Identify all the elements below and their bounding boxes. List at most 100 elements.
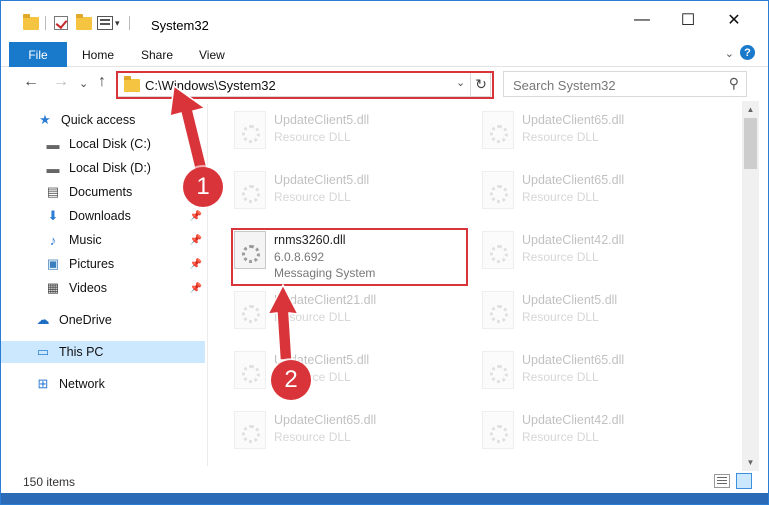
up-button[interactable]: ↑ (98, 73, 106, 91)
dll-file-icon (234, 111, 266, 149)
vertical-scrollbar[interactable]: ▲ ▼ (742, 101, 759, 471)
file-name: UpdateClient42.dll (522, 233, 625, 247)
sidebar-item-onedrive[interactable]: ☁ OneDrive (35, 309, 205, 331)
tab-share[interactable]: Share (141, 48, 173, 62)
sidebar-item-music[interactable]: ♪ Music 📌 (45, 229, 205, 251)
quick-access-properties-icon[interactable] (97, 14, 113, 32)
dll-file-icon (234, 171, 266, 209)
details-view-icon[interactable] (714, 474, 730, 488)
dll-file-icon (482, 351, 514, 389)
refresh-button[interactable]: ↻ (470, 72, 491, 96)
help-icon[interactable]: ? (740, 45, 755, 60)
large-icons-view-icon[interactable] (736, 473, 752, 489)
file-item[interactable]: UpdateClient5.dll Resource DLL (226, 165, 460, 221)
search-box[interactable]: Search System32 ⚲ (503, 71, 747, 97)
item-count: 150 items (23, 475, 76, 489)
maximize-button[interactable]: ☐ (665, 1, 711, 39)
search-icon[interactable]: ⚲ (729, 75, 739, 92)
file-item[interactable]: UpdateClient65.dll Resource DLL (474, 345, 708, 401)
file-item-rnms3260[interactable]: rnms3260.dll 6.0.8.692 Messaging System (226, 225, 460, 281)
recent-locations-button[interactable]: ⌄ (79, 77, 88, 90)
pin-icon[interactable]: 📌 (190, 235, 202, 246)
file-name: rnms3260.dll (274, 233, 346, 247)
address-path[interactable]: C:\Windows\System32 (145, 78, 276, 93)
sidebar-item-label: Videos (69, 281, 107, 295)
sidebar-item-local-disk-c[interactable]: ▬ Local Disk (C:) (45, 133, 205, 155)
tab-file[interactable]: File (9, 42, 67, 67)
file-explorer-window: ▾ System32 — ☐ ✕ File Home Share View ⌄ … (0, 0, 769, 505)
pictures-icon: ▣ (46, 256, 60, 271)
sidebar-item-documents[interactable]: ▤ Documents (45, 181, 205, 203)
sidebar-item-label: Pictures (69, 257, 115, 271)
address-dropdown-icon[interactable]: ⌄ (456, 76, 465, 89)
file-version: 6.0.8.692 (274, 250, 325, 264)
address-bar[interactable]: C:\Windows\System32 ⌄ ↻ (117, 71, 491, 97)
sidebar-item-local-disk-d[interactable]: ▬ Local Disk (D:) (45, 157, 205, 179)
file-item[interactable]: UpdateClient65.dll Resource DLL (474, 165, 708, 221)
callout-badge-1: 1 (183, 167, 223, 207)
sidebar-item-label: Documents (69, 185, 133, 199)
cloud-icon: ☁ (36, 312, 50, 327)
file-name: UpdateClient65.dll (274, 413, 377, 427)
quick-access-dropdown-icon[interactable]: ▾ (115, 14, 120, 32)
pin-icon[interactable]: 📌 (190, 259, 202, 270)
minimize-button[interactable]: — (619, 1, 665, 39)
pin-icon[interactable]: 📌 (190, 211, 202, 222)
properties-check-icon[interactable] (54, 14, 68, 32)
tab-view[interactable]: View (199, 48, 225, 62)
ribbon: File Home Share View ⌄ ? (1, 39, 768, 67)
sidebar-item-network[interactable]: ⊞ Network (35, 373, 205, 395)
file-item[interactable]: UpdateClient65.dll Resource DLL (474, 105, 708, 161)
file-type: Resource DLL (522, 310, 599, 324)
close-button[interactable]: ✕ (711, 1, 757, 39)
sidebar-item-this-pc[interactable]: ▭ This PC (1, 341, 205, 363)
download-icon: ⬇ (47, 208, 59, 223)
file-item[interactable]: UpdateClient5.dll Resource DLL (474, 285, 708, 341)
dll-file-icon (482, 411, 514, 449)
scroll-down-icon[interactable]: ▼ (742, 454, 759, 471)
sidebar-item-downloads[interactable]: ⬇ Downloads 📌 (45, 205, 205, 227)
status-bar: 150 items (1, 471, 768, 493)
file-type: Resource DLL (522, 190, 599, 204)
file-item[interactable]: UpdateClient21.dll Resource DLL (226, 285, 460, 341)
desktop-background (1, 493, 768, 504)
star-icon: ★ (39, 112, 51, 127)
file-item[interactable]: UpdateClient42.dll Resource DLL (474, 225, 708, 281)
file-name: UpdateClient5.dll (274, 173, 370, 187)
file-item[interactable]: UpdateClient42.dll Resource DLL (474, 405, 708, 461)
sidebar-item-videos[interactable]: ▦ Videos 📌 (45, 277, 205, 299)
new-folder-icon[interactable] (76, 13, 92, 32)
forward-button[interactable]: → (53, 73, 69, 91)
sidebar-item-pictures[interactable]: ▣ Pictures 📌 (45, 253, 205, 275)
file-name: UpdateClient21.dll (274, 293, 377, 307)
expand-ribbon-icon[interactable]: ⌄ (725, 47, 734, 60)
sidebar-item-label: Local Disk (D:) (69, 161, 151, 175)
navigation-pane: ★ Quick access ▬ Local Disk (C:) ▬ Local… (1, 104, 207, 466)
file-name: UpdateClient42.dll (522, 413, 625, 427)
folder-icon (23, 13, 39, 32)
file-type: Resource DLL (274, 190, 351, 204)
title-separator (129, 14, 130, 32)
file-type: Resource DLL (522, 130, 599, 144)
file-item[interactable]: UpdateClient5.dll Resource DLL (226, 345, 460, 401)
folder-icon (124, 76, 140, 92)
file-name: UpdateClient65.dll (522, 113, 625, 127)
file-list: UpdateClient5.dll Resource DLL UpdateCli… (208, 101, 742, 466)
sidebar-item-label: Local Disk (C:) (69, 137, 151, 151)
sidebar-item-label: Network (59, 377, 105, 391)
pin-icon[interactable]: 📌 (190, 283, 202, 294)
file-type: Resource DLL (274, 430, 351, 444)
file-type: Resource DLL (522, 370, 599, 384)
file-type: Resource DLL (274, 310, 351, 324)
tab-home[interactable]: Home (82, 48, 114, 62)
scrollbar-thumb[interactable] (744, 118, 757, 169)
file-item[interactable]: UpdateClient5.dll Resource DLL (226, 105, 460, 161)
scroll-up-icon[interactable]: ▲ (742, 101, 759, 118)
file-name: UpdateClient65.dll (522, 173, 625, 187)
window-title: System32 (151, 18, 209, 33)
dll-file-icon (482, 171, 514, 209)
back-button[interactable]: ← (23, 73, 39, 91)
file-item[interactable]: UpdateClient65.dll Resource DLL (226, 405, 460, 461)
dll-file-icon (234, 291, 266, 329)
dll-file-icon (234, 411, 266, 449)
